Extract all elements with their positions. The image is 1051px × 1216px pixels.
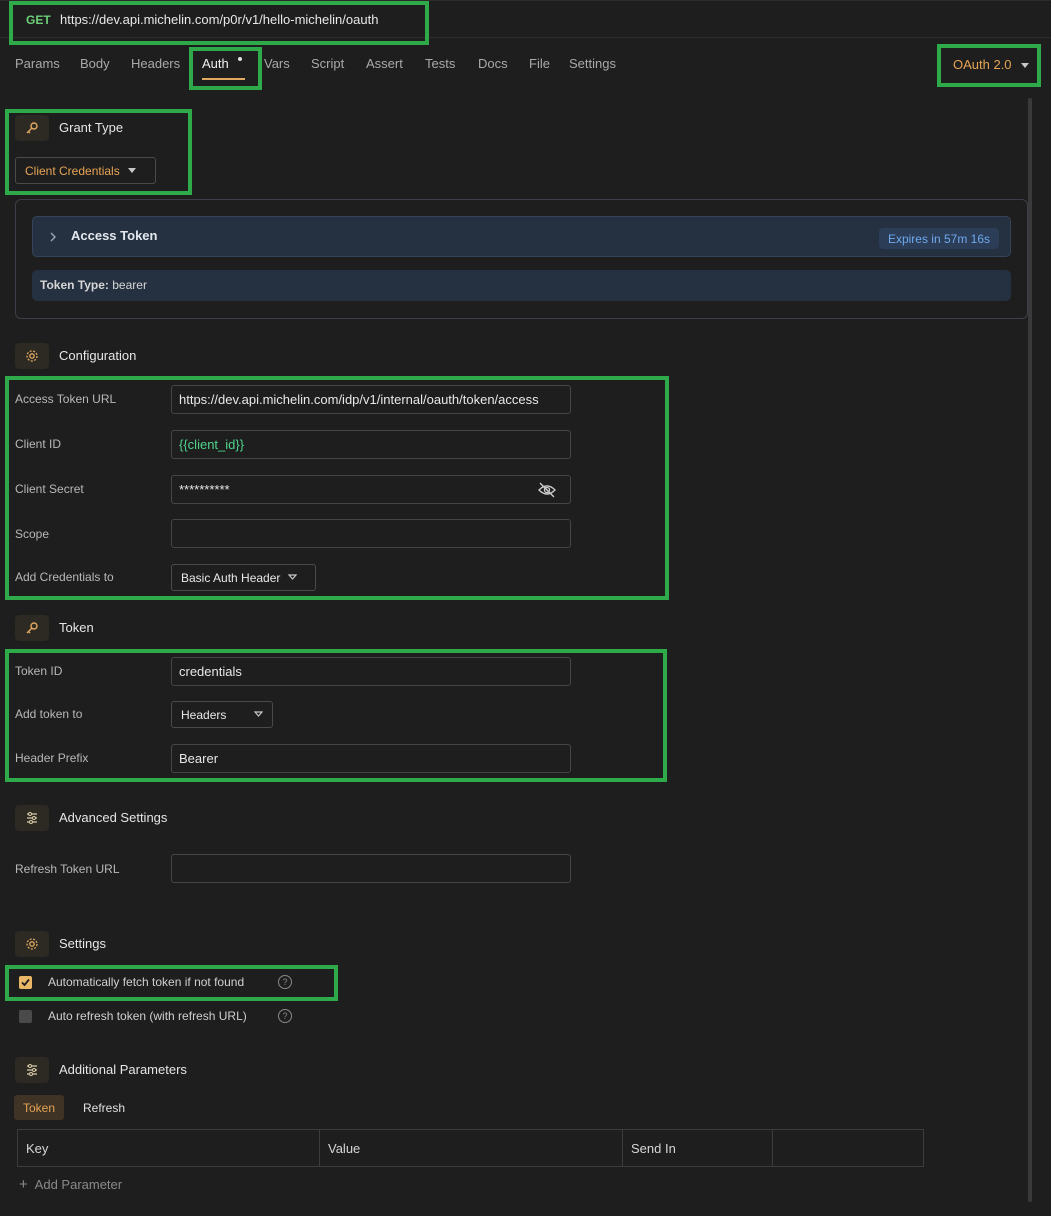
gear-icon <box>15 343 49 369</box>
client-id-input[interactable]: {{client_id}} <box>171 430 571 459</box>
add-token-to-label: Add token to <box>15 707 83 721</box>
active-tab-indicator <box>202 78 245 80</box>
key-icon <box>15 115 49 141</box>
gear-icon <box>15 931 49 957</box>
auto-refresh-label: Auto refresh token (with refresh URL) <box>48 1009 247 1023</box>
scrollbar[interactable] <box>1028 98 1032 1202</box>
client-id-label: Client ID <box>15 437 62 451</box>
help-icon[interactable]: ? <box>278 975 292 989</box>
subtab-refresh[interactable]: Refresh <box>74 1095 134 1120</box>
tab-body[interactable]: Body <box>80 56 110 71</box>
column-value: Value <box>320 1130 623 1166</box>
tab-auth[interactable]: Auth <box>202 56 229 71</box>
token-type-value: bearer <box>112 278 147 292</box>
plus-icon: + <box>19 1176 28 1193</box>
parameters-table: Key Value Send In <box>17 1129 924 1167</box>
grant-type-select[interactable]: Client Credentials <box>15 157 156 184</box>
tab-params[interactable]: Params <box>15 56 60 71</box>
unsaved-dot <box>238 57 242 61</box>
refresh-token-url-input[interactable] <box>171 854 571 883</box>
request-url[interactable]: https://dev.api.michelin.com/p0r/v1/hell… <box>60 12 378 27</box>
sliders-icon <box>15 1057 49 1083</box>
auth-mode-select[interactable]: OAuth 2.0 <box>953 57 1030 72</box>
column-actions <box>773 1130 923 1166</box>
tab-file[interactable]: File <box>529 56 550 71</box>
scope-label: Scope <box>15 527 50 541</box>
add-credentials-label: Add Credentials to <box>15 570 114 584</box>
column-send-in: Send In <box>623 1130 773 1166</box>
add-parameter-label: Add Parameter <box>34 1177 123 1192</box>
add-token-to-select[interactable]: Headers <box>171 701 273 728</box>
client-secret-input[interactable]: ********** <box>171 475 571 504</box>
client-secret-value: ********** <box>179 482 230 497</box>
access-token-url-label: Access Token URL <box>15 392 117 406</box>
token-type-row: Token Type: bearer <box>32 270 1011 301</box>
chevron-down-icon <box>1021 63 1030 69</box>
advanced-settings-title: Advanced Settings <box>59 810 168 825</box>
add-parameter-button[interactable]: + Add Parameter <box>19 1176 122 1193</box>
additional-parameters-title: Additional Parameters <box>59 1062 187 1077</box>
header-prefix-label: Header Prefix <box>15 751 89 765</box>
subtab-token[interactable]: Token <box>14 1095 65 1120</box>
tab-tests[interactable]: Tests <box>425 56 455 71</box>
tab-headers[interactable]: Headers <box>131 56 180 71</box>
scope-input[interactable] <box>171 519 571 548</box>
client-secret-label: Client Secret <box>15 482 84 496</box>
token-id-input[interactable]: credentials <box>171 657 571 686</box>
sliders-icon <box>15 805 49 831</box>
key-icon <box>15 615 49 641</box>
tab-settings[interactable]: Settings <box>569 56 616 71</box>
auto-fetch-checkbox[interactable] <box>19 976 32 989</box>
access-token-url-input[interactable]: https://dev.api.michelin.com/idp/v1/inte… <box>171 385 571 414</box>
column-key: Key <box>18 1130 320 1166</box>
token-title: Token <box>59 620 94 635</box>
token-type-label: Token Type: <box>40 278 109 292</box>
grant-type-title: Grant Type <box>59 120 124 135</box>
tab-docs[interactable]: Docs <box>478 56 508 71</box>
add-credentials-value: Basic Auth Header <box>181 570 281 585</box>
chevron-down-icon <box>288 574 298 580</box>
settings-title: Settings <box>59 936 106 951</box>
add-credentials-select[interactable]: Basic Auth Header <box>171 564 316 591</box>
refresh-token-url-label: Refresh Token URL <box>15 862 120 876</box>
grant-type-value: Client Credentials <box>25 163 120 178</box>
token-id-label: Token ID <box>15 664 63 678</box>
access-token-title: Access Token <box>71 228 158 243</box>
tab-script[interactable]: Script <box>311 56 344 71</box>
eye-off-icon[interactable] <box>538 482 556 498</box>
help-icon[interactable]: ? <box>278 1009 292 1023</box>
auto-refresh-checkbox[interactable] <box>19 1010 32 1023</box>
add-token-to-value: Headers <box>181 707 227 722</box>
chevron-right-icon <box>50 232 56 242</box>
expiry-badge: Expires in 57m 16s <box>878 228 999 249</box>
auth-mode-label: OAuth 2.0 <box>953 57 1012 72</box>
auto-fetch-label: Automatically fetch token if not found <box>48 975 245 989</box>
check-icon <box>21 978 30 987</box>
request-method[interactable]: GET <box>26 13 51 27</box>
configuration-title: Configuration <box>59 348 137 363</box>
access-token-row[interactable]: Access Token Expires in 57m 16s <box>32 216 1011 257</box>
chevron-down-icon <box>254 711 263 717</box>
tab-vars[interactable]: Vars <box>264 56 290 71</box>
tab-assert[interactable]: Assert <box>366 56 403 71</box>
chevron-down-icon <box>127 168 136 173</box>
header-prefix-input[interactable]: Bearer <box>171 744 571 773</box>
